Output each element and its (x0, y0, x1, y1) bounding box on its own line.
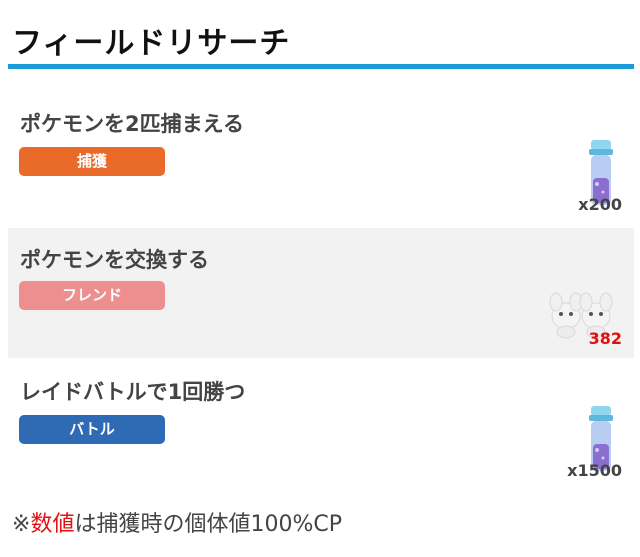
task-text: ポケモンを交換する (20, 248, 209, 272)
category-badge-friend: フレンド (19, 281, 165, 310)
reward: x1500 (534, 404, 624, 484)
research-task-row[interactable]: ポケモンを2匹捕まえる 捕獲 x200 (8, 98, 634, 224)
footnote: ※数値は捕獲時の個体値100%CP (12, 506, 342, 538)
page-title: フィールドリサーチ (12, 26, 291, 61)
task-text: レイドバトルで1回勝つ (20, 380, 246, 404)
reward-quantity: 382 (588, 329, 622, 348)
category-badge-capture: 捕獲 (19, 147, 165, 176)
research-task-row[interactable]: ポケモンを交換する フレンド 382 (8, 228, 634, 358)
task-text: ポケモンを2匹捕まえる (20, 112, 244, 136)
title-divider (8, 64, 634, 69)
reward: 382 (534, 272, 624, 352)
footnote-text: は捕獲時の個体値100%CP (74, 512, 342, 537)
footnote-highlight: 数値 (30, 512, 75, 537)
reward-quantity: x200 (578, 195, 622, 214)
research-task-row[interactable]: レイドバトルで1回勝つ バトル x1500 (8, 362, 634, 488)
category-badge-battle: バトル (19, 415, 165, 444)
footnote-prefix: ※ (12, 512, 31, 537)
reward-quantity: x1500 (567, 461, 622, 480)
reward: x200 (534, 138, 624, 218)
